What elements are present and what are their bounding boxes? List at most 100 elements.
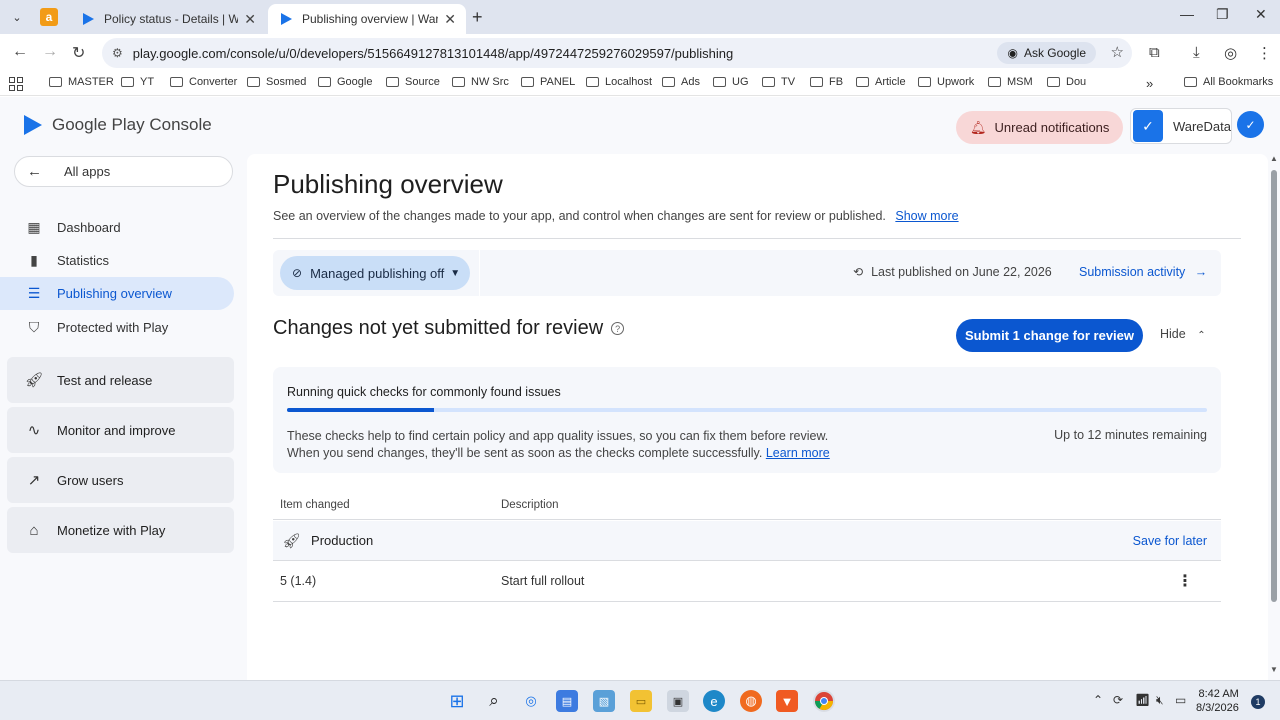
back-icon[interactable]: ← xyxy=(12,43,28,61)
apps-grid-icon[interactable] xyxy=(9,77,23,91)
copilot-icon[interactable]: ◎ xyxy=(520,690,542,712)
submission-activity-link[interactable]: Submission activity → xyxy=(1079,265,1207,279)
minimize-icon[interactable]: — xyxy=(1180,6,1194,22)
scroll-down-icon[interactable]: ▼ xyxy=(1270,665,1278,674)
pinned-tab-icon[interactable]: a xyxy=(40,8,58,26)
bookmark-folder[interactable]: NW Src xyxy=(452,76,509,88)
bookmark-folder[interactable]: Upwork xyxy=(918,76,974,88)
notification-badge[interactable]: 1 xyxy=(1251,695,1265,709)
bookmark-folder[interactable]: YT xyxy=(121,76,154,88)
menu-kebab-icon[interactable]: ⋮ xyxy=(1257,44,1272,62)
bookmark-folder[interactable]: FB xyxy=(810,76,843,88)
windows-start-icon[interactable]: ⊞ xyxy=(446,690,468,712)
site-info-icon[interactable]: ⚙ xyxy=(112,46,123,60)
bookmark-folder[interactable]: MASTER xyxy=(49,76,114,88)
search-icon[interactable]: ⌕ xyxy=(483,690,505,712)
save-for-later-button[interactable]: Save for later xyxy=(1133,534,1207,548)
close-tab-icon[interactable]: ✕ xyxy=(244,11,256,28)
system-clock[interactable]: 8:42 AM 8/3/2026 xyxy=(1196,687,1239,715)
bookmark-label: TV xyxy=(781,76,796,88)
chevron-up-icon[interactable]: ⌃ xyxy=(1093,693,1103,707)
new-tab-button[interactable]: + xyxy=(472,7,483,28)
profile-icon[interactable]: ◎ xyxy=(1224,44,1237,62)
battery-icon[interactable]: ▭ xyxy=(1175,693,1186,707)
edge-icon[interactable]: e xyxy=(703,690,725,712)
folder-icon xyxy=(1047,77,1060,87)
group-label: Production xyxy=(311,533,374,548)
file-explorer-icon[interactable]: ▭ xyxy=(630,690,652,712)
bookmark-folder[interactable]: Localhost xyxy=(586,76,652,88)
help-icon[interactable]: ? xyxy=(611,322,625,335)
sidebar-group-grow-users[interactable]: ↗ Grow users xyxy=(7,457,234,503)
firefox-icon[interactable]: ◍ xyxy=(740,690,762,712)
growth-icon: ↗ xyxy=(27,472,41,489)
bookmark-folder[interactable]: MSM xyxy=(988,76,1033,88)
sidebar-item-statistics[interactable]: ▮ Statistics xyxy=(0,244,234,277)
managed-publishing-dropdown[interactable]: ⊘ Managed publishing off ▼ xyxy=(280,256,470,290)
extensions-icon[interactable]: ⧉ xyxy=(1149,44,1160,61)
changes-title: Changes not yet submitted for review xyxy=(273,317,604,339)
bookmark-label: YT xyxy=(140,76,155,88)
bookmark-folder[interactable]: UG xyxy=(713,76,749,88)
sync-icon[interactable]: ⟳ xyxy=(1113,693,1123,707)
close-tab-icon[interactable]: ✕ xyxy=(444,11,456,28)
tab-publishing-overview[interactable]: Publishing overview | WareData ✕ xyxy=(268,4,466,34)
bookmark-folder[interactable]: Dou xyxy=(1047,76,1086,88)
tab-title: Policy status - Details | WareDa xyxy=(104,12,239,26)
wifi-icon[interactable]: 📶︎ xyxy=(1135,693,1150,707)
show-more-link[interactable]: Show more xyxy=(895,209,958,223)
url-text[interactable]: play.google.com/console/u/0/developers/5… xyxy=(133,46,733,61)
forward-icon[interactable]: → xyxy=(42,43,58,61)
sidebar-item-label: Protected with Play xyxy=(57,320,169,335)
bookmark-folder[interactable]: TV xyxy=(762,76,795,88)
hide-button[interactable]: Hide ⌃ xyxy=(1160,327,1206,341)
table-group-production: 🚀︎ Production Save for later xyxy=(273,521,1221,561)
notepad-icon[interactable]: ▤ xyxy=(556,690,578,712)
app-window-icon[interactable]: ▣ xyxy=(667,690,689,712)
reload-icon[interactable]: ↻ xyxy=(72,43,85,63)
bookmark-folder[interactable]: PANEL xyxy=(521,76,575,88)
bookmark-folder[interactable]: Converter xyxy=(170,76,237,88)
tab-search-button[interactable]: ⌄ xyxy=(8,8,26,26)
photos-icon[interactable]: ▧ xyxy=(593,690,615,712)
scroll-up-icon[interactable]: ▲ xyxy=(1270,154,1278,163)
learn-more-link[interactable]: Learn more xyxy=(766,446,830,460)
bookmark-folder[interactable]: Source xyxy=(386,76,440,88)
unread-notifications-button[interactable]: 🔔︎ Unread notifications xyxy=(956,111,1123,144)
folder-icon xyxy=(521,77,534,87)
all-apps-button[interactable]: ← All apps xyxy=(14,156,233,187)
omnibox[interactable]: ⚙ play.google.com/console/u/0/developers… xyxy=(102,38,1132,68)
bookmark-folder[interactable]: Article xyxy=(856,76,906,88)
bookmark-star-icon[interactable]: ☆ xyxy=(1111,43,1124,61)
sidebar-group-test-and-release[interactable]: 🚀︎ Test and release xyxy=(7,357,234,403)
account-avatar[interactable]: ✓ xyxy=(1237,111,1264,138)
sidebar-group-monitor-and-improve[interactable]: ∿ Monitor and improve xyxy=(7,407,234,453)
bookmark-label: Sosmed xyxy=(266,76,307,88)
submit-for-review-button[interactable]: Submit 1 change for review xyxy=(956,319,1143,352)
download-icon[interactable]: ⤓ xyxy=(1193,44,1200,61)
row-description: Start full rollout xyxy=(501,574,585,588)
checks-title: Running quick checks for commonly found … xyxy=(287,385,561,399)
tab-policy-status[interactable]: Policy status - Details | WareDa ✕ xyxy=(70,4,266,34)
volume-muted-icon[interactable]: 🔇︎ xyxy=(1156,693,1164,708)
chrome-icon[interactable] xyxy=(813,690,835,712)
sidebar-group-monetize-with-play[interactable]: ⌂ Monetize with Play xyxy=(7,507,234,553)
window-close-icon[interactable]: ✕ xyxy=(1255,6,1267,23)
scrollbar-thumb[interactable] xyxy=(1271,170,1277,602)
more-bookmarks-button[interactable]: » xyxy=(1146,76,1153,91)
bookmark-folder[interactable]: Ads xyxy=(662,76,700,88)
ask-google-button[interactable]: ◉ Ask Google xyxy=(997,42,1096,64)
sidebar-item-protected-with-play[interactable]: ⛉ Protected with Play xyxy=(0,311,234,344)
more-options-icon[interactable]: ⋮ xyxy=(1177,571,1193,591)
brave-icon[interactable]: ▼ xyxy=(776,690,798,712)
sidebar-item-dashboard[interactable]: ▦ Dashboard xyxy=(0,211,234,244)
all-bookmarks-folder[interactable]: All Bookmarks xyxy=(1184,76,1273,88)
changes-table-header: Item changed Description xyxy=(273,490,1221,520)
google-play-console-logo[interactable]: Google Play Console xyxy=(24,115,212,135)
page-scrollbar[interactable]: ▲ ▼ xyxy=(1269,154,1279,680)
app-switcher[interactable]: ✓ WareData xyxy=(1130,108,1232,144)
bookmark-folder[interactable]: Google xyxy=(318,76,372,88)
sidebar-item-publishing-overview[interactable]: ☰ Publishing overview xyxy=(0,277,234,310)
restore-icon[interactable]: ❐ xyxy=(1216,6,1229,23)
bookmark-folder[interactable]: Sosmed xyxy=(247,76,306,88)
